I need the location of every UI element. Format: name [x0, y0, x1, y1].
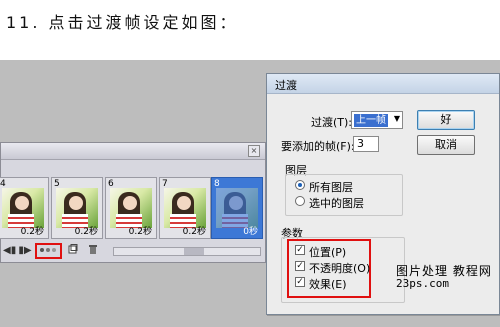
- frame-delay[interactable]: 0.2秒: [183, 224, 206, 237]
- ok-button[interactable]: 好: [417, 110, 475, 130]
- frames-to-add-label: 要添加的帧(F):: [281, 140, 355, 153]
- selected-layers-label[interactable]: 选中的图层: [309, 195, 364, 211]
- frame-8[interactable]: 8 0秒: [211, 177, 263, 239]
- selected-layers-radio[interactable]: [295, 196, 305, 206]
- frames-to-add-input[interactable]: 3: [353, 136, 379, 152]
- frame-delay[interactable]: 0.2秒: [75, 224, 98, 237]
- chevron-down-icon: ▼: [393, 114, 400, 123]
- frame-5[interactable]: 5 0.2秒: [51, 177, 103, 239]
- opacity-label[interactable]: 不透明度(O): [309, 260, 370, 276]
- position-label[interactable]: 位置(P): [309, 244, 346, 260]
- frame-delay[interactable]: 0.2秒: [129, 224, 152, 237]
- animation-panel-titlebar[interactable]: ×: [1, 143, 265, 160]
- scrollbar-thumb[interactable]: [184, 248, 204, 255]
- site-watermark: 图片处理 教程网 23ps.com: [396, 262, 500, 292]
- all-layers-label[interactable]: 所有图层: [309, 179, 353, 195]
- animation-panel: × 4 0.2秒 5 0.2秒 6 0.2秒 7 0.2秒 8 0秒 ◀▮ ▮▶: [0, 142, 266, 263]
- tween-button[interactable]: [35, 243, 62, 259]
- tween-with-value: 上一帧: [354, 114, 388, 127]
- step-back-icon[interactable]: ◀▮: [3, 244, 16, 258]
- position-checkbox[interactable]: ✓: [295, 245, 305, 255]
- tween-with-select[interactable]: 上一帧 ▼: [351, 111, 403, 129]
- step-forward-icon[interactable]: ▮▶: [17, 244, 33, 258]
- effects-label[interactable]: 效果(E): [309, 276, 347, 292]
- frame-7[interactable]: 7 0.2秒: [159, 177, 211, 239]
- frame-delay[interactable]: 0.2秒: [21, 224, 44, 237]
- tween-with-label: 过渡(T):: [311, 116, 353, 129]
- frame-4[interactable]: 4 0.2秒: [0, 177, 49, 239]
- panel-close-icon[interactable]: ×: [248, 145, 260, 157]
- dialog-titlebar[interactable]: 过渡: [267, 74, 499, 94]
- all-layers-radio[interactable]: [295, 180, 305, 190]
- trash-icon[interactable]: [87, 244, 99, 258]
- duplicate-frame-icon[interactable]: [67, 244, 79, 258]
- frame-scrollbar[interactable]: [113, 247, 261, 256]
- effects-checkbox[interactable]: ✓: [295, 277, 305, 287]
- frame-thumbnail: [56, 188, 98, 228]
- frame-thumbnail: [164, 188, 206, 228]
- tween-icon: [39, 248, 56, 252]
- step-title: 11. 点击过渡帧设定如图：: [6, 13, 239, 32]
- frame-6[interactable]: 6 0.2秒: [105, 177, 157, 239]
- frame-thumbnail: [2, 188, 44, 228]
- frame-delay[interactable]: 0秒: [243, 224, 258, 237]
- frame-thumbnail: [110, 188, 152, 228]
- frame-strip: 4 0.2秒 5 0.2秒 6 0.2秒 7 0.2秒 8 0秒: [0, 177, 265, 239]
- animation-toolbar: ◀▮ ▮▶: [1, 243, 265, 261]
- opacity-checkbox[interactable]: ✓: [295, 261, 305, 271]
- frame-thumbnail: [216, 188, 258, 228]
- watermark-url: 23ps.com: [396, 277, 449, 290]
- cancel-button[interactable]: 取消: [417, 135, 475, 155]
- dialog-title: 过渡: [275, 79, 297, 92]
